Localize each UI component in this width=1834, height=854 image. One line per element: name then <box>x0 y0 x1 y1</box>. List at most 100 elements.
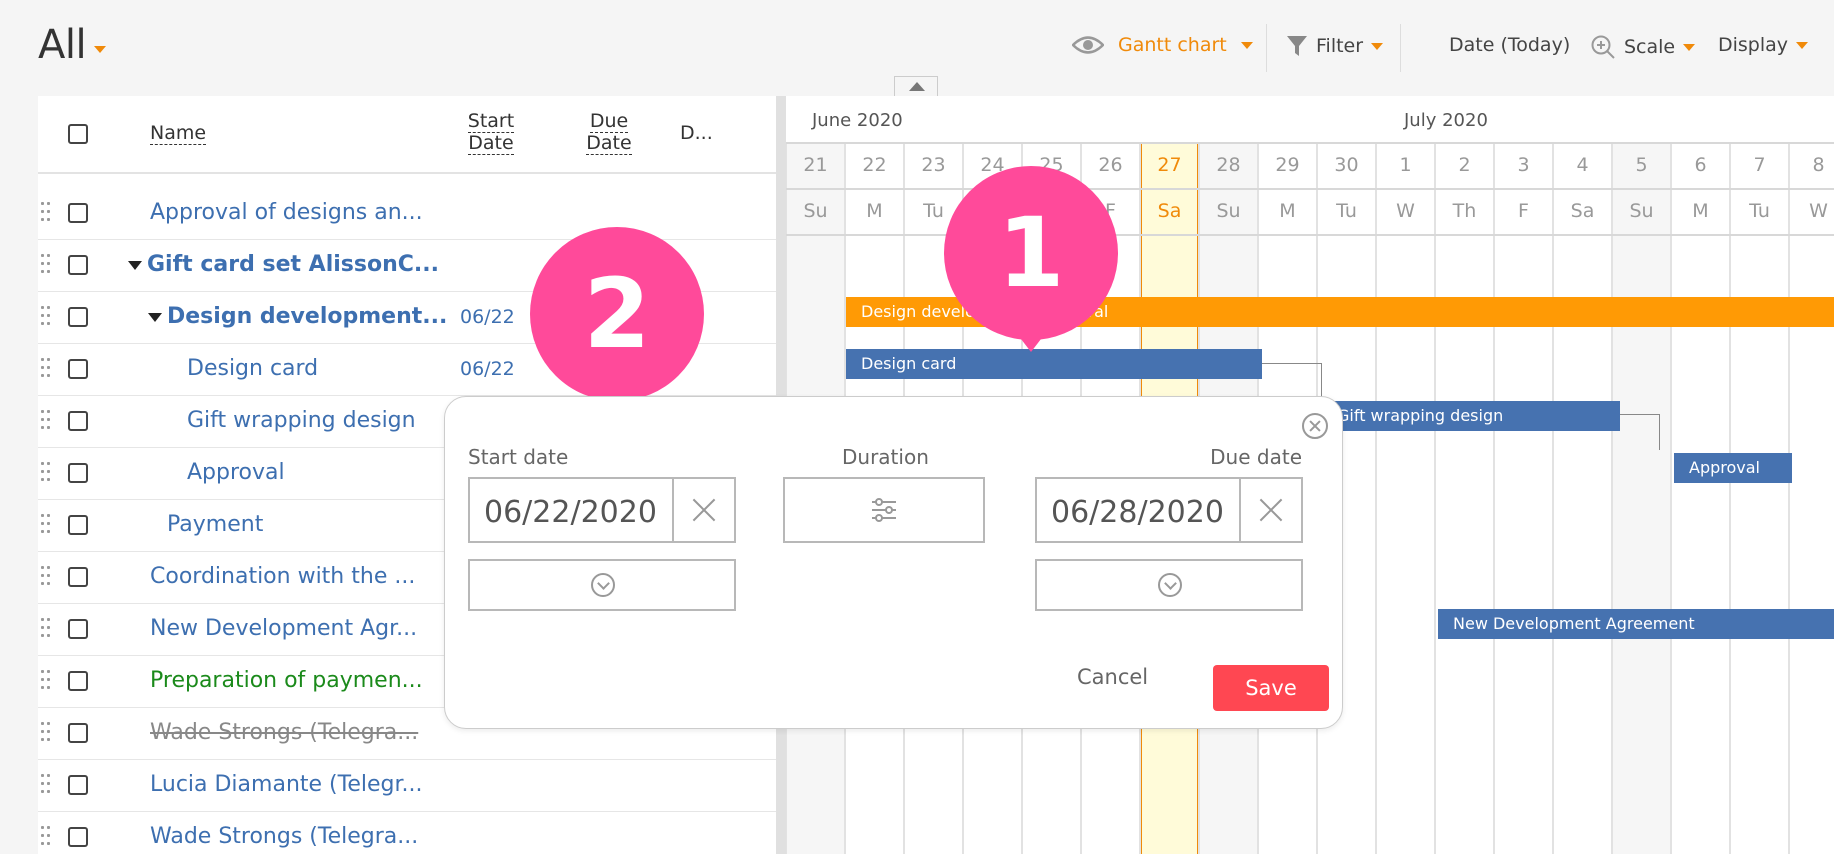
row-checkbox[interactable] <box>68 255 88 275</box>
row-checkbox[interactable] <box>68 567 88 587</box>
row-checkbox[interactable] <box>68 411 88 431</box>
month-label: June 2020 <box>812 110 903 131</box>
day-number: 22 <box>862 154 887 176</box>
task-name[interactable]: Gift wrapping design <box>187 408 416 433</box>
chevron-down-icon <box>1683 43 1696 51</box>
start-date-column-header[interactable]: Start Date <box>456 110 526 155</box>
clear-due-date-icon[interactable] <box>1239 479 1301 541</box>
chevron-down-icon <box>1796 41 1809 49</box>
task-name[interactable]: New Development Agr... <box>150 616 417 641</box>
drag-handle-icon[interactable] <box>41 566 51 588</box>
task-name[interactable]: Lucia Diamante (Telegr... <box>150 772 422 797</box>
expand-triangle-icon[interactable] <box>148 312 162 322</box>
day-number: 4 <box>1576 154 1589 176</box>
gantt-chart-label: Gantt chart <box>1118 34 1227 56</box>
display-button[interactable]: Display <box>1718 34 1809 56</box>
scale-button[interactable]: Scale <box>1590 34 1696 60</box>
clear-start-date-icon[interactable] <box>672 479 734 541</box>
day-number: 7 <box>1753 154 1766 176</box>
weekday-label: M <box>866 200 883 222</box>
zoom-in-icon <box>1591 35 1615 59</box>
gantt-bar-approval[interactable]: Approval <box>1674 453 1792 483</box>
task-name[interactable]: Approval <box>187 460 285 485</box>
drag-handle-icon[interactable] <box>41 826 51 848</box>
drag-handle-icon[interactable] <box>41 306 51 328</box>
date-today-button[interactable]: Date (Today) <box>1449 34 1570 56</box>
task-name[interactable]: Wade Strongs (Telegra... <box>150 824 418 849</box>
day-number: 6 <box>1694 154 1707 176</box>
view-title: All <box>38 22 87 68</box>
grid-line <box>1434 142 1436 854</box>
filter-button[interactable]: Filter <box>1286 34 1384 58</box>
day-number: 27 <box>1157 154 1182 176</box>
task-group-name[interactable]: Design development... <box>148 304 447 329</box>
day-number: 23 <box>921 154 946 176</box>
day-number: 28 <box>1216 154 1241 176</box>
drag-handle-icon[interactable] <box>41 358 51 380</box>
day-number: 8 <box>1812 154 1825 176</box>
row-checkbox[interactable] <box>68 723 88 743</box>
day-number: 1 <box>1399 154 1412 176</box>
due-date-value: 06/28/2020 <box>1051 495 1224 530</box>
drag-handle-icon[interactable] <box>41 670 51 692</box>
close-icon[interactable] <box>1302 413 1328 439</box>
row-checkbox[interactable] <box>68 463 88 483</box>
drag-handle-icon[interactable] <box>41 722 51 744</box>
save-button[interactable]: Save <box>1213 665 1329 711</box>
row-checkbox[interactable] <box>68 775 88 795</box>
row-checkbox[interactable] <box>68 671 88 691</box>
task-name[interactable]: Approval of designs an... <box>150 200 423 225</box>
drag-handle-icon[interactable] <box>41 462 51 484</box>
start-date-value: 06/22/2020 <box>484 495 657 530</box>
drag-handle-icon[interactable] <box>41 202 51 224</box>
collapse-header-button[interactable] <box>894 76 938 96</box>
drag-handle-icon[interactable] <box>41 618 51 640</box>
weekday-label: Th <box>1452 200 1477 222</box>
grid-line <box>1375 142 1377 854</box>
view-selector[interactable]: All <box>38 22 107 68</box>
gantt-bar-new-development[interactable]: New Development Agreement <box>1438 609 1834 639</box>
drag-handle-icon[interactable] <box>41 774 51 796</box>
drag-handle-icon[interactable] <box>41 514 51 536</box>
task-name[interactable]: Coordination with the ... <box>150 564 415 589</box>
weekday-label: M <box>1279 200 1296 222</box>
cancel-button[interactable]: Cancel <box>1077 665 1148 689</box>
start-date-input[interactable]: 06/22/2020 <box>468 477 736 543</box>
task-name[interactable]: Wade Strongs (Telegra... <box>150 720 418 745</box>
task-name[interactable]: Design card <box>187 356 318 381</box>
chevron-down-icon <box>1240 41 1253 49</box>
row-checkbox[interactable] <box>68 359 88 379</box>
row-checkbox[interactable] <box>68 203 88 223</box>
drag-handle-icon[interactable] <box>41 254 51 276</box>
sliders-icon <box>872 498 896 522</box>
name-column-header[interactable]: Name <box>150 122 207 145</box>
task-name[interactable]: Payment <box>167 512 263 537</box>
row-checkbox[interactable] <box>68 307 88 327</box>
drag-handle-icon[interactable] <box>41 410 51 432</box>
task-group-name[interactable]: Gift card set AlissonC... <box>128 252 439 277</box>
task-row[interactable]: Lucia Diamante (Telegr... <box>38 760 776 812</box>
select-all-checkbox[interactable] <box>68 124 88 144</box>
due-date-column-header[interactable]: Due Date <box>574 110 644 155</box>
task-name[interactable]: Preparation of paymen... <box>150 668 423 693</box>
clock-icon <box>1158 573 1182 597</box>
duration-input[interactable] <box>783 477 985 543</box>
task-row[interactable]: Wade Strongs (Telegra... <box>38 812 776 854</box>
day-number: 30 <box>1334 154 1359 176</box>
due-time-input[interactable] <box>1035 559 1303 611</box>
dependency-connector <box>1620 414 1660 450</box>
start-time-input[interactable] <box>468 559 736 611</box>
scale-label: Scale <box>1624 36 1676 58</box>
grid-line <box>1788 142 1790 854</box>
row-checkbox[interactable] <box>68 827 88 847</box>
row-checkbox[interactable] <box>68 619 88 639</box>
due-date-input[interactable]: 06/28/2020 <box>1035 477 1303 543</box>
row-checkbox[interactable] <box>68 515 88 535</box>
gantt-bar-design-card[interactable]: Design card <box>846 349 1262 379</box>
expand-triangle-icon[interactable] <box>128 260 142 270</box>
extra-column-header[interactable]: D... <box>680 122 713 144</box>
gantt-chart-view-button[interactable]: Gantt chart <box>1072 34 1253 56</box>
eye-icon <box>1072 36 1104 54</box>
task-row[interactable]: Approval of designs an... <box>38 188 776 240</box>
gantt-bar-gift-wrapping[interactable]: Gift wrapping design <box>1322 401 1620 431</box>
